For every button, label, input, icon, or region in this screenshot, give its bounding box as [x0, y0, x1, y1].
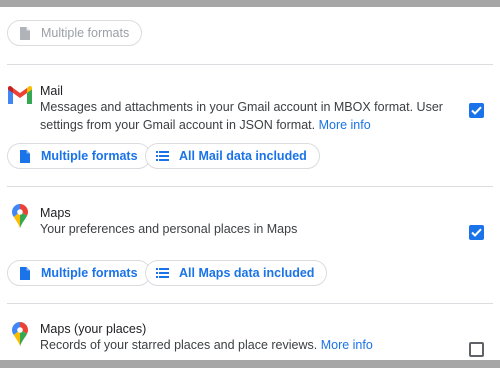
- mail-description: Messages and attachments in your Gmail a…: [40, 98, 443, 134]
- list-icon: [156, 267, 169, 280]
- chip-label: All Maps data included: [179, 266, 315, 280]
- maps-places-description-text: Records of your starred places and place…: [40, 338, 318, 352]
- divider: [7, 303, 493, 304]
- maps-places-more-info-link[interactable]: More info: [321, 338, 373, 352]
- chip-label: Multiple formats: [41, 26, 130, 40]
- maps-places-title: Maps (your places): [40, 322, 147, 336]
- maps-description: Your preferences and personal places in …: [40, 222, 298, 236]
- window-bottom-edge: [0, 360, 500, 368]
- file-icon: [18, 266, 31, 280]
- maps-checkbox[interactable]: [469, 225, 484, 240]
- chip-label: All Mail data included: [179, 149, 307, 163]
- divider: [7, 64, 493, 65]
- mail-title: Mail: [40, 84, 63, 98]
- gmail-icon: [8, 86, 32, 109]
- mail-checkbox[interactable]: [469, 103, 484, 118]
- maps-places-checkbox[interactable]: [469, 342, 484, 357]
- window-top-edge: [0, 0, 500, 7]
- mail-description-line2: settings from your Gmail account in JSON…: [40, 118, 316, 132]
- maps-places-description: Records of your starred places and place…: [40, 336, 373, 354]
- mail-description-line1: Messages and attachments in your Gmail a…: [40, 100, 443, 114]
- chip-label: Multiple formats: [41, 149, 138, 163]
- mail-data-included-button[interactable]: All Mail data included: [145, 143, 320, 169]
- list-icon: [156, 150, 169, 163]
- multiple-formats-chip-disabled: Multiple formats: [7, 20, 143, 46]
- maps-title: Maps: [40, 206, 71, 220]
- file-icon: [18, 26, 31, 40]
- maps-pin-icon: [12, 204, 28, 233]
- mail-more-info-link[interactable]: More info: [319, 118, 371, 132]
- maps-data-included-button[interactable]: All Maps data included: [145, 260, 328, 286]
- divider: [7, 186, 493, 187]
- checkmark-icon: [471, 228, 482, 237]
- checkmark-icon: [471, 106, 482, 115]
- file-icon: [18, 149, 31, 163]
- mail-multiple-formats-button[interactable]: Multiple formats: [7, 143, 151, 169]
- chip-label: Multiple formats: [41, 266, 138, 280]
- maps-multiple-formats-button[interactable]: Multiple formats: [7, 260, 151, 286]
- maps-pin-icon: [12, 322, 28, 351]
